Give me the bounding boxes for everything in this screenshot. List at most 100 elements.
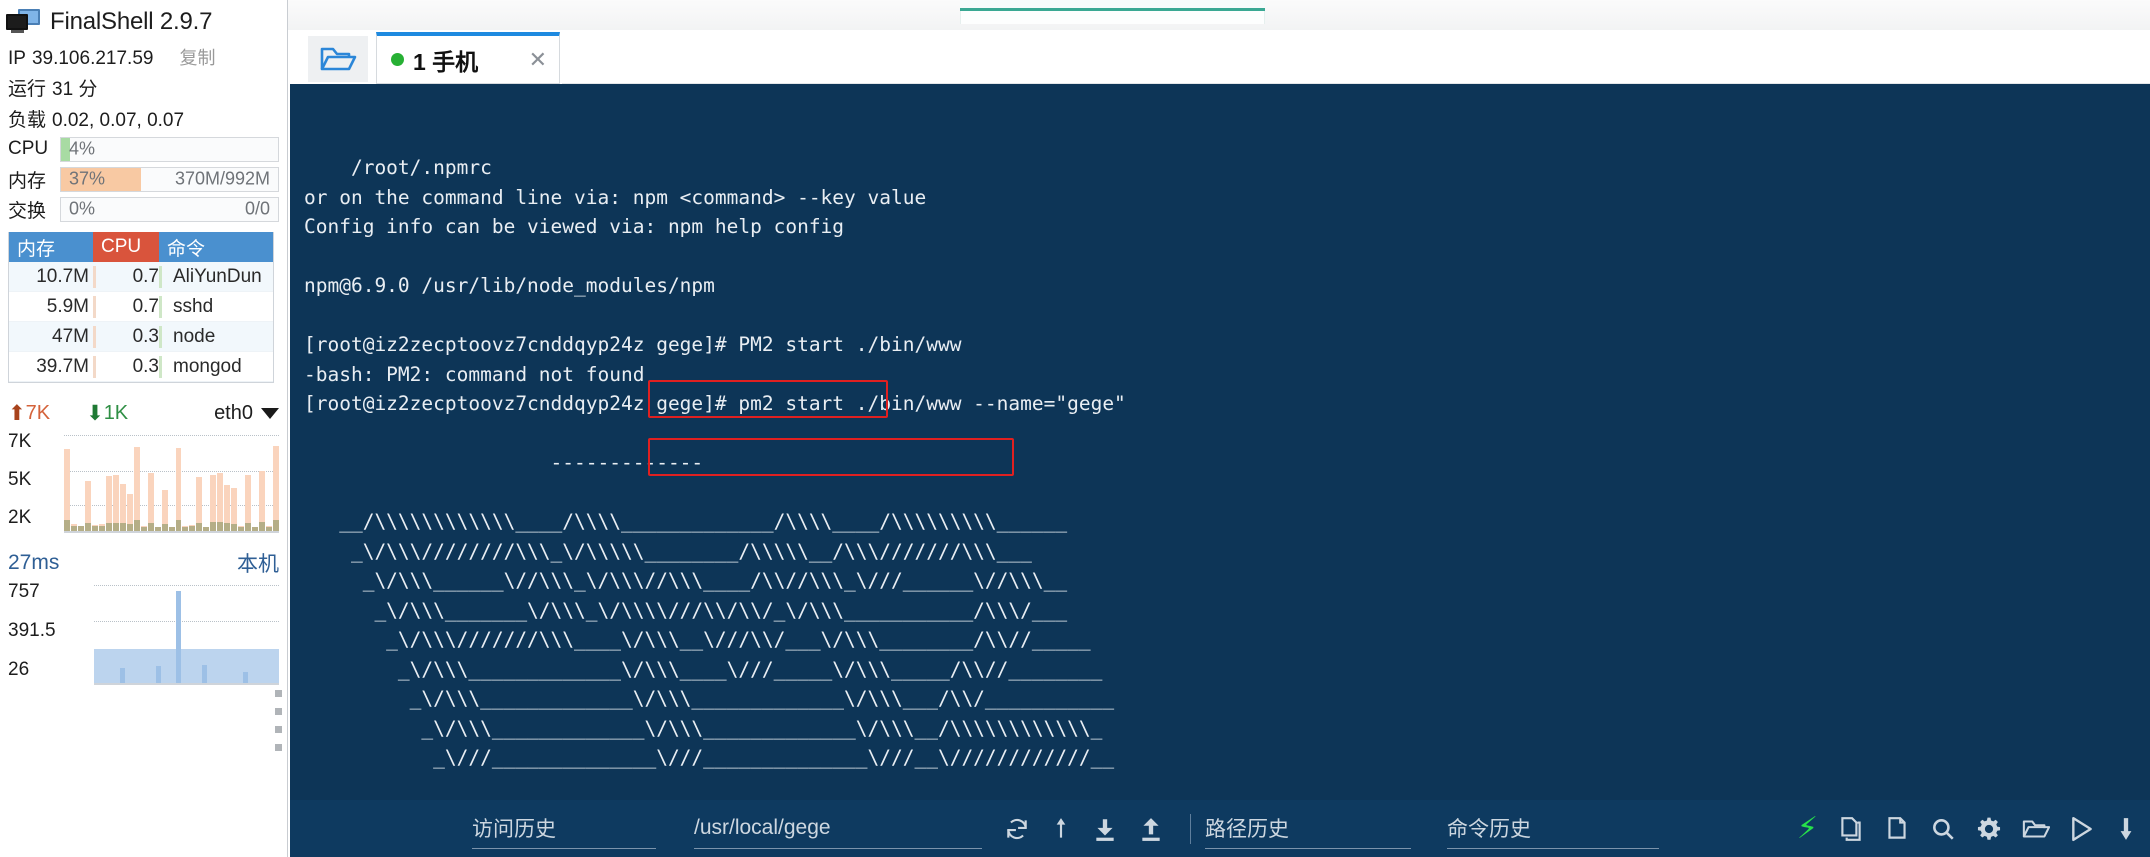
upload-arrow-icon[interactable] (1050, 816, 1072, 842)
tab-bar: 1 手机 ✕ (288, 30, 2150, 86)
table-row[interactable]: 39.7M 0.3 mongod (9, 352, 273, 382)
meter-memory-percent: 37% (69, 168, 106, 189)
play-icon[interactable] (2070, 816, 2094, 842)
close-icon[interactable]: ✕ (529, 47, 547, 73)
cell-cpu: 0.7 (132, 265, 159, 287)
chevron-down-icon (261, 407, 279, 419)
path-input[interactable]: /usr/local/gege (694, 809, 982, 849)
meter-memory: 内存 37% 370M/992M (0, 164, 287, 194)
meter-swap-track: 0% 0/0 (60, 196, 279, 222)
copy-button[interactable]: 复制 (179, 44, 215, 70)
network-upload-value: 7K (25, 401, 51, 424)
download-icon[interactable] (2114, 816, 2138, 842)
meter-memory-label: 内存 (8, 170, 47, 192)
cpu-tick (159, 292, 169, 321)
bolt-icon[interactable]: ⚡ (1797, 811, 1818, 846)
network-ytick-0: 7K (8, 431, 32, 452)
meter-swap-detail: 0/0 (244, 198, 270, 219)
ping-latency-value: 27ms (8, 551, 60, 574)
ping-chart-plot (94, 579, 279, 685)
ip-label: IP (8, 48, 26, 69)
network-download-value: 1K (103, 401, 129, 424)
transfer-icon-group (1004, 816, 1176, 842)
open-folder-icon[interactable] (308, 36, 368, 82)
network-ytick-2: 2K (8, 507, 32, 528)
path-value: /usr/local/gege (694, 816, 831, 839)
ping-spike (119, 668, 125, 683)
load-label: 负载 (8, 110, 47, 131)
refresh-icon[interactable] (1004, 816, 1030, 842)
ip-value: 39.106.217.59 (31, 48, 154, 69)
paste-icon[interactable] (1884, 815, 1910, 843)
meter-cpu-label: CPU (8, 138, 49, 159)
visit-history-label: 访问历史 (472, 818, 556, 841)
meter-cpu-percent: 4% (69, 138, 96, 159)
meter-swap-percent: 0% (69, 198, 96, 219)
app-title-row: FinalShell 2.9.7 (0, 0, 287, 42)
ping-ytick-1: 391.5 (8, 620, 56, 641)
folder-icon[interactable] (2022, 817, 2050, 841)
ping-section: 27ms 本机 757 391.5 26 (0, 547, 287, 685)
cell-memory: 5.9M (46, 295, 89, 317)
upload-file-icon[interactable] (1138, 816, 1164, 842)
table-row[interactable]: 47M 0.3 node (9, 322, 273, 352)
finalshell-window: FinalShell 2.9.7 IP 39.106.217.59 复制 运行 … (0, 0, 2150, 857)
process-table-header: 内存 CPU 命令 (9, 232, 273, 262)
terminal-text: /root/.npmrc or on the command line via:… (304, 156, 1126, 769)
cell-memory: 47M (52, 325, 89, 347)
load-value: 0.02, 0.07, 0.07 (52, 110, 185, 131)
load-row: 负载 0.02, 0.07, 0.07 (0, 103, 287, 134)
path-history-field[interactable]: 路径历史 (1205, 809, 1411, 849)
memory-tick (93, 262, 107, 291)
cell-command: mongod (173, 355, 242, 377)
memory-tick (93, 322, 107, 351)
ping-spike (201, 664, 207, 683)
ping-target-label[interactable]: 本机 (237, 548, 279, 578)
cell-memory: 39.7M (36, 355, 89, 377)
memory-tick (93, 292, 107, 321)
ping-header: 27ms 本机 (8, 547, 279, 579)
meter-swap: 交换 0% 0/0 (0, 194, 287, 224)
sidebar-scrollbar[interactable] (275, 690, 283, 840)
status-dot-icon (391, 53, 404, 66)
ping-spike (176, 591, 182, 683)
ping-spike (155, 666, 161, 683)
network-interface-select[interactable]: eth0 (214, 402, 279, 425)
uptime-row: 运行 31 分 (0, 72, 287, 103)
ping-chart: 757 391.5 26 (8, 579, 279, 685)
network-chart: 7K 5K 2K (8, 429, 280, 533)
cell-command: AliYunDun (173, 265, 262, 287)
col-header-memory[interactable]: 内存 (9, 232, 93, 262)
meter-cpu: CPU 4% (0, 134, 287, 164)
cpu-tick (159, 262, 169, 291)
meter-memory-detail: 370M/992M (174, 168, 270, 189)
network-interface-label: eth0 (214, 401, 253, 424)
toolbar-divider (1190, 813, 1191, 844)
sidebar: FinalShell 2.9.7 IP 39.106.217.59 复制 运行 … (0, 0, 288, 857)
cell-command: sshd (173, 295, 214, 317)
network-chart-plot (64, 429, 280, 533)
cpu-tick (159, 322, 169, 351)
cell-cpu: 0.3 (132, 325, 159, 347)
network-ytick-1: 5K (8, 469, 32, 490)
col-header-command[interactable]: 命令 (159, 232, 273, 262)
tab-1-label: 1 手机 (413, 48, 479, 75)
copy-icon[interactable] (1838, 815, 1864, 843)
table-row[interactable]: 5.9M 0.7 sshd (9, 292, 273, 322)
gear-icon[interactable] (1976, 816, 2002, 842)
ping-ytick-2: 26 (8, 659, 30, 680)
terminal-output[interactable]: /root/.npmrc or on the command line via:… (290, 84, 2150, 800)
ip-row: IP 39.106.217.59 复制 (0, 42, 287, 72)
download-file-icon[interactable] (1092, 816, 1118, 842)
arrow-up-icon: ⬆ (8, 401, 26, 425)
cell-cpu: 0.3 (132, 355, 159, 377)
visit-history-field[interactable]: 访问历史 (472, 809, 656, 849)
table-row[interactable]: 10.7M 0.7 AliYunDun (9, 262, 273, 292)
command-history-field[interactable]: 命令历史 (1447, 809, 1659, 849)
search-icon[interactable] (1930, 816, 1956, 842)
bottom-toolbar: 访问历史 /usr/local/gege 路径历史 命令历史 ⚡ (290, 800, 2150, 857)
col-header-cpu[interactable]: CPU (93, 232, 159, 262)
tab-1[interactable]: 1 手机 ✕ (376, 32, 560, 84)
network-section: ⬆ 7K ⬇ 1K eth0 7K 5K 2K (0, 397, 287, 533)
process-table[interactable]: 内存 CPU 命令 10.7M 0.7 AliYunDun 5.9M 0.7 sshd 47… (8, 232, 274, 383)
